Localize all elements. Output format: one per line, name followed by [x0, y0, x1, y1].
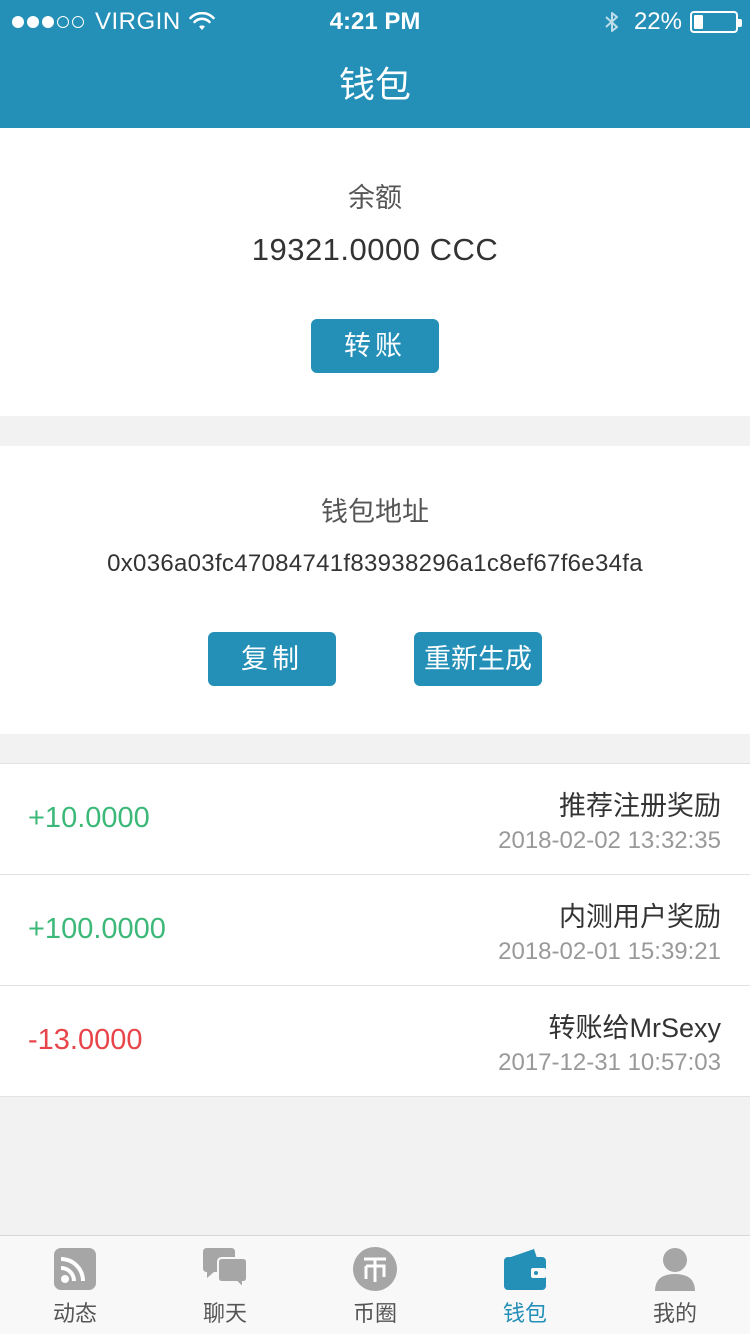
tab-bar: 动态 聊天 币圈 钱包 我的 [0, 1235, 750, 1334]
transaction-row[interactable]: +100.0000 内测用户奖励 2018-02-01 15:39:21 [0, 875, 750, 986]
tab-label: 我的 [652, 1301, 697, 1326]
wallet-icon [504, 1249, 546, 1290]
tab-coin[interactable]: 币圈 [300, 1236, 450, 1334]
transaction-time: 2017-12-31 10:57:03 [498, 1049, 721, 1076]
battery-percentage: 22% [633, 8, 682, 35]
transaction-list: +10.0000 推荐注册奖励 2018-02-02 13:32:35 +100… [0, 763, 750, 1097]
tab-label: 钱包 [502, 1301, 547, 1326]
tab-label: 币圈 [352, 1301, 397, 1326]
transaction-amount: +10.0000 [28, 802, 150, 834]
transaction-amount: +100.0000 [28, 913, 166, 945]
tab-chat[interactable]: 聊天 [150, 1236, 300, 1334]
wallet-address-card: 钱包地址 0x036a03fc47084741f83938296a1c8ef67… [0, 446, 750, 734]
transfer-button[interactable]: 转账 [311, 319, 439, 373]
rss-feed-icon [54, 1248, 96, 1290]
copy-button[interactable]: 复制 [208, 632, 336, 686]
tab-label: 动态 [52, 1301, 97, 1326]
balance-card: 余额 19321.0000 CCC 转账 [0, 128, 750, 416]
transaction-title: 推荐注册奖励 [559, 791, 721, 821]
user-profile-icon [655, 1248, 695, 1291]
coin-icon [353, 1247, 397, 1291]
navigation-bar: 钱包 [0, 44, 750, 128]
tab-feed[interactable]: 动态 [0, 1236, 150, 1334]
page-title: 钱包 [338, 65, 411, 106]
regenerate-button[interactable]: 重新生成 [414, 632, 542, 686]
transaction-title: 转账给MrSexy [548, 1013, 721, 1043]
battery-fill [694, 15, 703, 29]
transaction-time: 2018-02-01 15:39:21 [498, 938, 721, 965]
balance-label: 余额 [348, 183, 402, 213]
tab-profile[interactable]: 我的 [600, 1236, 750, 1334]
balance-amount: 19321.0000 CCC [251, 232, 499, 267]
status-bar: VIRGIN 4:21 PM 22% [0, 0, 750, 44]
transaction-amount: -13.0000 [28, 1024, 143, 1056]
tab-wallet[interactable]: 钱包 [450, 1236, 600, 1334]
transaction-row[interactable]: -13.0000 转账给MrSexy 2017-12-31 10:57:03 [0, 986, 750, 1097]
chat-bubbles-icon [203, 1248, 248, 1291]
status-right: 22% [604, 8, 742, 36]
tab-label: 聊天 [202, 1301, 247, 1326]
battery-icon [690, 11, 742, 33]
wallet-address-label: 钱包地址 [321, 497, 429, 527]
transaction-time: 2018-02-02 13:32:35 [498, 827, 721, 854]
transaction-title: 内测用户奖励 [559, 902, 721, 932]
bluetooth-icon [605, 12, 618, 32]
transaction-row[interactable]: +10.0000 推荐注册奖励 2018-02-02 13:32:35 [0, 764, 750, 875]
wallet-address-value: 0x036a03fc47084741f83938296a1c8ef67f6e34… [107, 550, 643, 577]
